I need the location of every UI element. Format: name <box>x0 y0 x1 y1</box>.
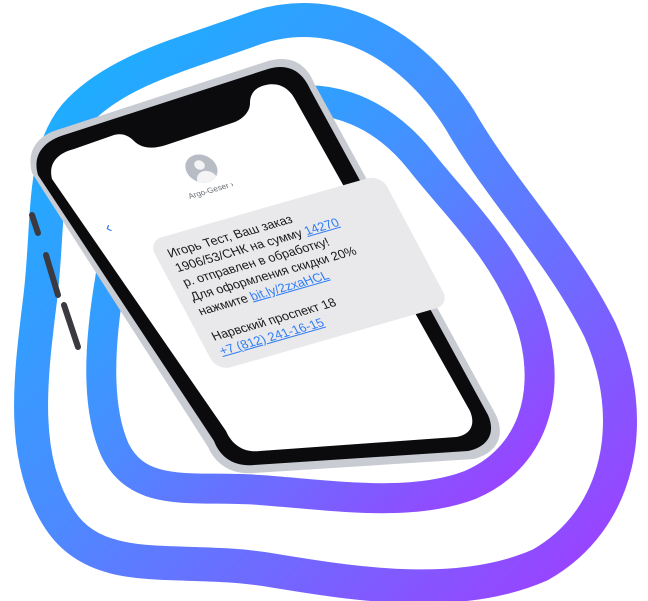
phone-side-button <box>29 212 41 236</box>
avatar-head <box>192 159 207 171</box>
person-icon[interactable] <box>179 150 224 187</box>
phone-mockup: Argo-Geser › ‹ Игорь Тест, Ваш заказ 190… <box>18 55 518 475</box>
phone-side-button <box>61 302 81 350</box>
chevron-left-icon[interactable]: ‹ <box>102 220 121 237</box>
canvas: Argo-Geser › ‹ Игорь Тест, Ваш заказ 190… <box>0 0 648 601</box>
phone-side-button <box>43 252 61 298</box>
